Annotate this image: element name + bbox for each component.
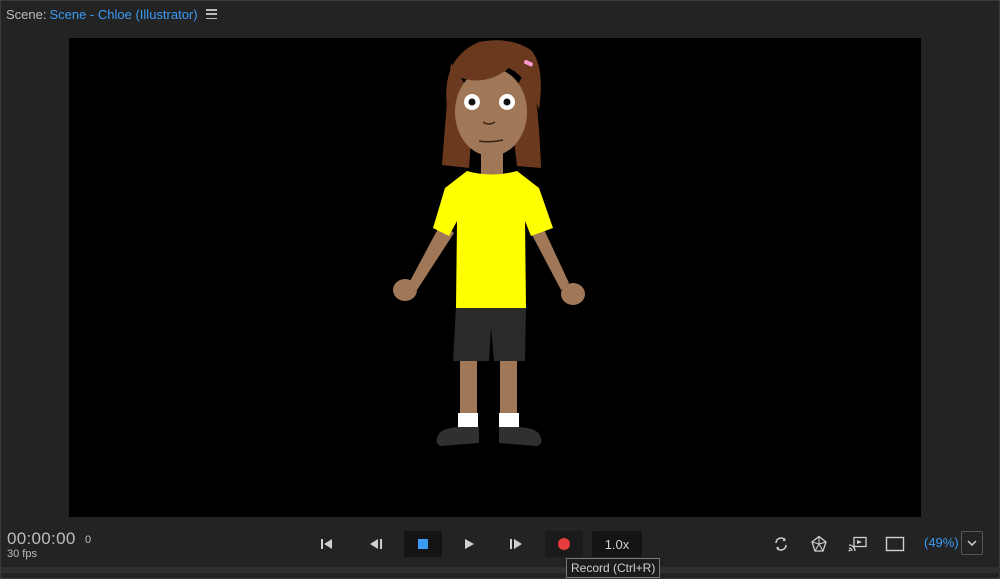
wireframe-icon (811, 535, 827, 552)
character-chloe (393, 40, 585, 446)
refresh-button[interactable] (771, 531, 791, 557)
go-to-start-button[interactable] (317, 531, 337, 557)
go-to-start-icon (321, 539, 332, 549)
frame-button[interactable] (884, 531, 906, 557)
step-forward-button[interactable] (505, 531, 527, 557)
scene-stage[interactable] (69, 38, 921, 517)
play-button[interactable] (459, 531, 479, 557)
timecode-display[interactable]: 00:00:00 (7, 529, 76, 549)
zoom-level[interactable]: (49%) (924, 535, 959, 550)
panel-header: Scene: Scene - Chloe (Illustrator) (6, 5, 217, 23)
step-back-icon (370, 539, 382, 549)
record-button[interactable] (545, 531, 583, 557)
zoom-dropdown-button[interactable] (961, 531, 983, 555)
hamburger-menu-icon[interactable] (205, 9, 217, 19)
frame-icon (885, 536, 905, 552)
scene-name-link[interactable]: Scene - Chloe (Illustrator) (49, 7, 197, 22)
scene-prefix-label: Scene: (6, 6, 47, 22)
step-forward-icon (510, 539, 522, 549)
cast-icon (848, 536, 867, 552)
stop-icon (418, 539, 428, 549)
wireframe-button[interactable] (808, 531, 830, 557)
cast-button[interactable] (846, 531, 870, 557)
step-back-button[interactable] (365, 531, 387, 557)
bottom-strip (1, 567, 1000, 573)
play-icon (465, 539, 474, 549)
record-icon (558, 538, 570, 550)
scene-panel: Scene: Scene - Chloe (Illustrator) 00:00… (0, 0, 1000, 579)
refresh-icon (775, 537, 787, 551)
stop-button[interactable] (404, 531, 442, 557)
chevron-down-icon (967, 540, 977, 546)
frame-number: 0 (85, 534, 92, 546)
record-tooltip: Record (Ctrl+R) (566, 558, 661, 578)
fps-label: 30 fps (7, 548, 37, 560)
playback-speed-button[interactable]: 1.0x (592, 531, 642, 557)
